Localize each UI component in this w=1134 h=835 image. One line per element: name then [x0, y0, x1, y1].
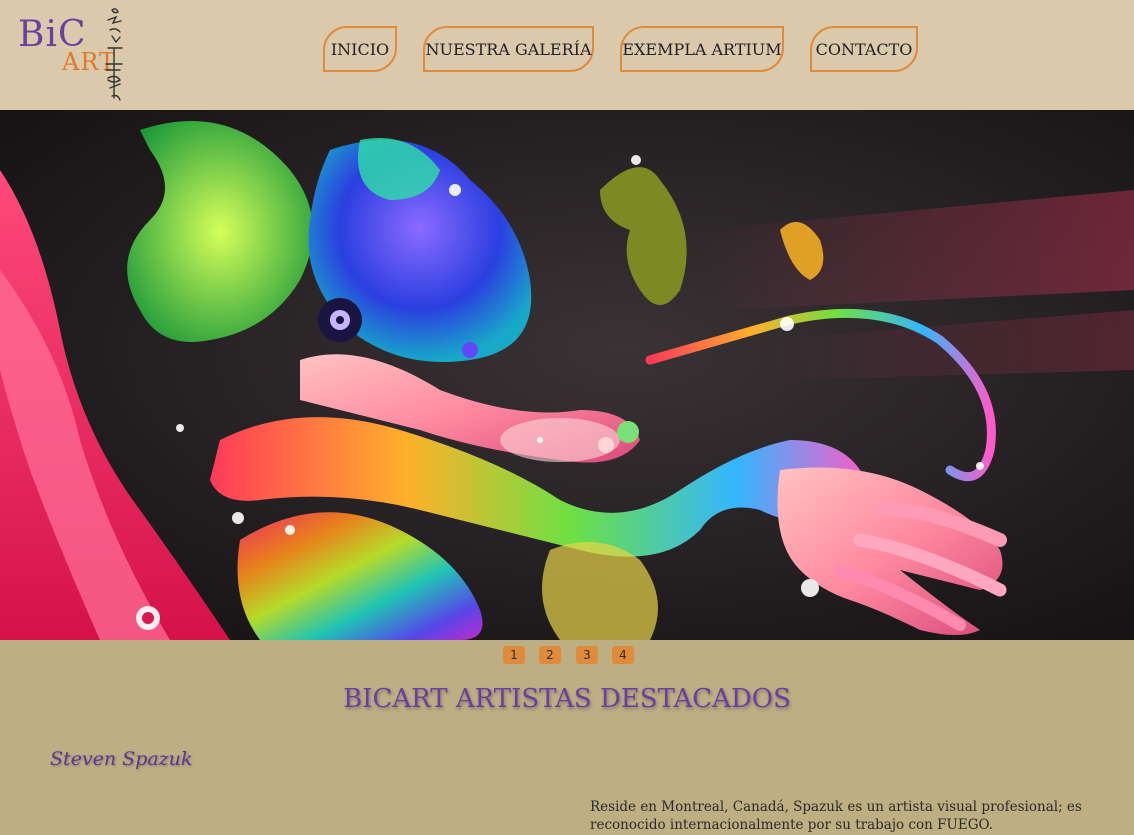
- slider-page-1[interactable]: 1: [503, 646, 525, 664]
- artist-bio: Reside en Montreal, Canadá, Spazuk es un…: [590, 799, 1082, 833]
- nav-nuestra-galeria[interactable]: NUESTRA GALERÍA: [423, 26, 594, 72]
- hero-slider-image[interactable]: [0, 110, 1134, 640]
- psychedelic-artwork-illustration: [0, 110, 1134, 640]
- slider-pagination: 1 2 3 4: [0, 646, 1134, 666]
- site-header: BiC ART INICIO NUESTRA GALERÍA EXEMPLA A…: [0, 0, 1134, 110]
- slider-page-3[interactable]: 3: [576, 646, 598, 664]
- nav-exempla-artium[interactable]: EXEMPLA ARTIUM: [620, 26, 784, 72]
- nav-inicio[interactable]: INICIO: [323, 26, 397, 72]
- main-nav: INICIO NUESTRA GALERÍA EXEMPLA ARTIUM CO…: [0, 26, 1134, 76]
- slider-page-4[interactable]: 4: [612, 646, 634, 664]
- slider-page-2[interactable]: 2: [539, 646, 561, 664]
- artist-name: Steven Spazuk: [50, 748, 193, 770]
- section-title: BICART ARTISTAS DESTACADOS: [343, 684, 791, 714]
- nav-contacto[interactable]: CONTACTO: [810, 26, 918, 72]
